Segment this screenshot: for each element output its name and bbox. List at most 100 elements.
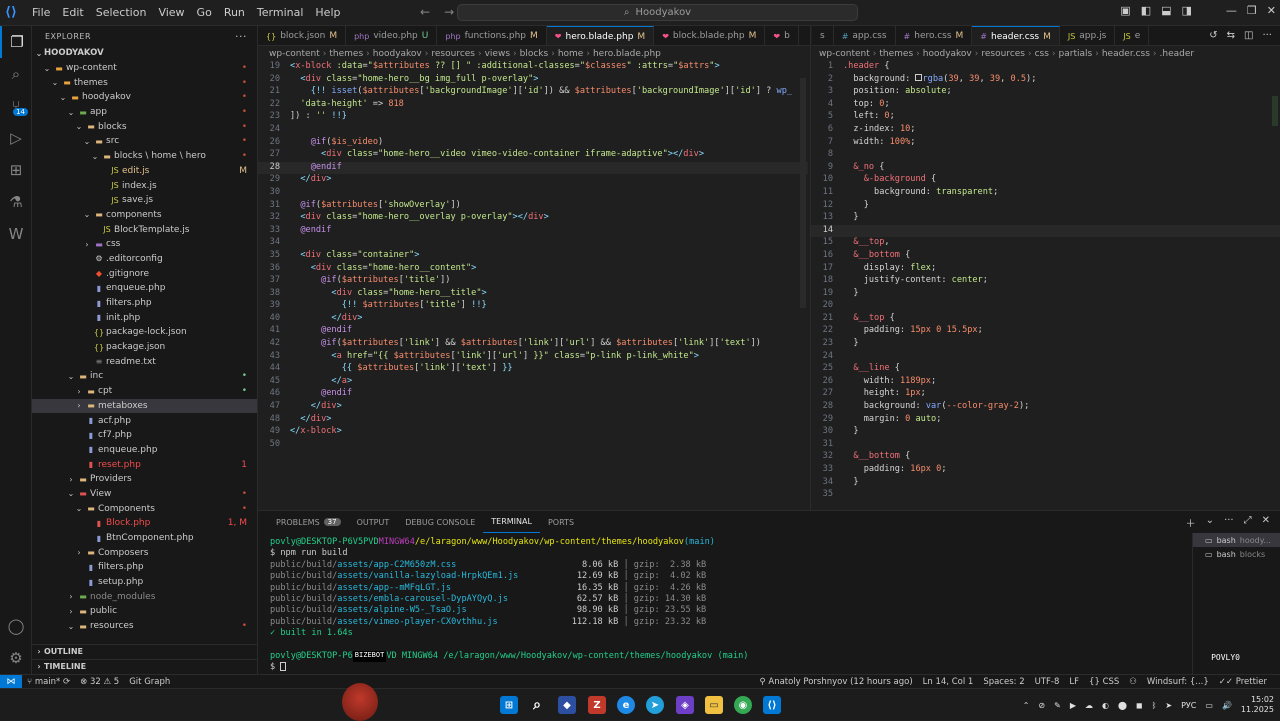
code-line[interactable]: 31 (811, 439, 1280, 452)
app-icon-1[interactable]: ◆ (558, 696, 576, 714)
tree-folder[interactable]: ⌄ ▬ src • (32, 134, 257, 149)
tab-hero-blade-php[interactable]: ❤ hero.blade.php M (546, 26, 655, 45)
breadcrumb-item[interactable]: partials (1059, 49, 1093, 59)
code-line[interactable]: 21 &__top { (811, 313, 1280, 326)
menu-item-view[interactable]: View (152, 6, 190, 19)
panel-more-icon[interactable]: ··· (1224, 515, 1234, 530)
account-icon[interactable]: ◯ (0, 610, 32, 642)
tree-folder[interactable]: ⌄ ▬ blocks • (32, 119, 257, 134)
telegram-tray-icon[interactable]: ➤ (1165, 701, 1172, 710)
tree-folder[interactable]: ⌄ ▬ inc • (32, 369, 257, 384)
breadcrumb-item[interactable]: wp-content (269, 49, 320, 59)
breadcrumb-item[interactable]: css (1035, 49, 1049, 59)
code-line[interactable]: 20 (811, 300, 1280, 313)
tray-chevron-icon[interactable]: ⌃ (1023, 701, 1030, 710)
copilot-icon[interactable]: ⚇ (1124, 677, 1142, 687)
breadcrumb-item[interactable]: header.css (1102, 49, 1150, 59)
code-line[interactable]: 23 } (811, 338, 1280, 351)
tree-file[interactable]: {} package-lock.json (32, 325, 257, 340)
menu-item-run[interactable]: Run (218, 6, 251, 19)
settings-gear-icon[interactable]: ⚙ (0, 642, 32, 674)
edge-icon[interactable]: e (617, 696, 635, 714)
terminal-dropdown-icon[interactable]: ⌄ (1206, 515, 1214, 530)
code-line[interactable]: 33 @endif (258, 225, 808, 238)
tree-file[interactable]: ▮ enqueue.php (32, 443, 257, 458)
branch-status[interactable]: ⑂ main* ⟳ (22, 677, 75, 687)
language-status[interactable]: {} CSS (1084, 677, 1124, 687)
code-line[interactable]: 46 @endif (258, 388, 808, 401)
code-line[interactable]: 19 <x-block :data="$attributes ?? [] " :a… (258, 61, 808, 74)
tab-s[interactable]: s (812, 26, 834, 45)
remote-indicator-icon[interactable]: ⋈ (0, 674, 22, 689)
breadcrumb-item[interactable]: .header (1160, 49, 1195, 59)
code-line[interactable]: 15 &__top, (811, 237, 1280, 250)
app-icon-2[interactable]: ◈ (676, 696, 694, 714)
code-line[interactable]: 34 (258, 237, 808, 250)
code-line[interactable]: 49 </x-block> (258, 426, 808, 439)
tree-folder[interactable]: › ▬ node_modules (32, 589, 257, 604)
breadcrumb-item[interactable]: home (558, 49, 584, 59)
left-scrollbar[interactable] (800, 78, 806, 308)
terminal-instance[interactable]: ▭ bash blocks (1193, 547, 1280, 561)
panel-tab-terminal[interactable]: TERMINAL (483, 511, 540, 533)
prettier-status[interactable]: ✓✓ Prettier (1214, 677, 1272, 687)
tree-folder[interactable]: ⌄ ▬ hoodyakov • (32, 90, 257, 105)
tree-folder[interactable]: ⌄ ▬ components (32, 208, 257, 223)
code-line[interactable]: 18 justify-content: center; (811, 275, 1280, 288)
code-line[interactable]: 5 left: 0; (811, 111, 1280, 124)
tree-folder[interactable]: › ▬ Providers (32, 472, 257, 487)
tray-icon-6[interactable]: ⬤ (1118, 701, 1127, 710)
code-line[interactable]: 41 @endif (258, 325, 808, 338)
timeline-icon[interactable]: ↺ (1209, 30, 1217, 41)
code-line[interactable]: 28 background: var(--color-gray-2); (811, 401, 1280, 414)
tree-file[interactable]: ◆ .gitignore (32, 266, 257, 281)
tree-file[interactable]: ▮ BtnComponent.php (32, 531, 257, 546)
breadcrumb-item[interactable]: resources (431, 49, 475, 59)
tree-folder[interactable]: ⌄ ▬ themes • (32, 75, 257, 90)
tab-b[interactable]: ❤ b (765, 26, 799, 45)
code-line[interactable]: 30 (258, 187, 808, 200)
menu-item-help[interactable]: Help (309, 6, 346, 19)
terminal-instance[interactable]: ▭ bash hoody... (1193, 533, 1280, 547)
tree-folder[interactable]: ⌄ ▬ View • (32, 487, 257, 502)
code-line[interactable]: 36 <div class="home-hero__content"> (258, 263, 808, 276)
tree-file[interactable]: ▮ enqueue.php (32, 281, 257, 296)
filezilla-icon[interactable]: Z (588, 696, 606, 714)
command-center-search[interactable]: ⌕ Hoodyakov (457, 4, 858, 21)
tree-file[interactable]: ▮ cf7.php (32, 428, 257, 443)
back-arrow-icon[interactable]: ← (420, 5, 430, 19)
tree-file[interactable]: ⚙ .editorconfig (32, 252, 257, 267)
code-line[interactable]: 31 @if($attributes['showOverlay']) (258, 200, 808, 213)
tree-file[interactable]: {} package.json (32, 340, 257, 355)
breadcrumb-item[interactable]: blocks (520, 49, 549, 59)
split-editor-icon[interactable]: ◫ (1244, 30, 1253, 41)
explorer-icon[interactable]: ❐ (0, 26, 32, 58)
tree-file[interactable]: ▮ reset.php 1 (32, 457, 257, 472)
tab-e[interactable]: JS e (1115, 26, 1150, 45)
close-button[interactable]: ✕ (1267, 4, 1276, 17)
tree-folder[interactable]: › ▬ public (32, 604, 257, 619)
code-line[interactable]: 32 &__bottom { (811, 451, 1280, 464)
code-line[interactable]: 37 @if($attributes['title']) (258, 275, 808, 288)
code-line[interactable]: 24 (258, 124, 808, 137)
breadcrumb-item[interactable]: wp-content (819, 49, 870, 59)
code-line[interactable]: 21 {!! isset($attributes['backgroundImag… (258, 86, 808, 99)
code-line[interactable]: 14 (811, 224, 1280, 238)
tree-file[interactable]: ▮ setup.php (32, 575, 257, 590)
code-line[interactable]: 24 (811, 351, 1280, 364)
code-line[interactable]: 48 </div> (258, 414, 808, 427)
volume-icon[interactable]: 🔊 (1222, 701, 1232, 710)
breadcrumb-item[interactable]: hoodyakov (923, 49, 972, 59)
code-line[interactable]: 20 <div class="home-hero__bg img_full p-… (258, 74, 808, 87)
code-line[interactable]: 9 &_no { (811, 162, 1280, 175)
search-icon[interactable]: ⌕ (0, 58, 32, 90)
timeline-section[interactable]: › TIMELINE (32, 659, 257, 674)
tree-file[interactable]: ▮ init.php (32, 310, 257, 325)
start-menu-icon[interactable]: ⊞ (500, 696, 518, 714)
tree-folder[interactable]: › ▬ metaboxes (32, 398, 257, 414)
vscode-taskbar-icon[interactable]: ⟨⟩ (763, 696, 781, 714)
code-line[interactable]: 28 @endif (258, 161, 808, 175)
chrome-icon[interactable]: ◉ (734, 696, 752, 714)
breadcrumb-item[interactable]: themes (879, 49, 913, 59)
code-line[interactable]: 26 @if($is_video) (258, 137, 808, 150)
